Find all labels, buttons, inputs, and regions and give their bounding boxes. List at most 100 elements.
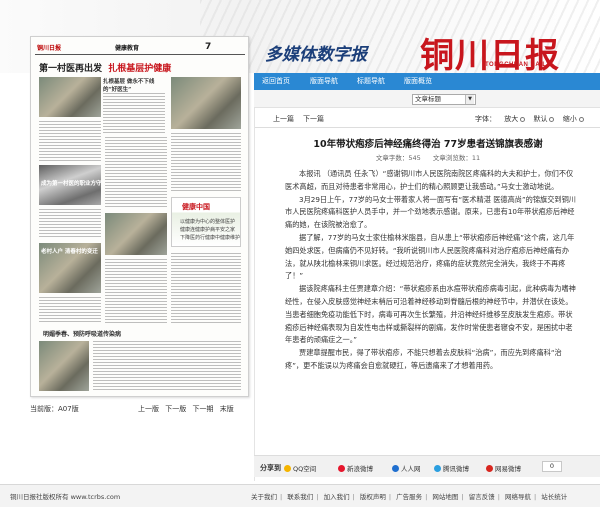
font-small-option[interactable]: 缩小 bbox=[563, 115, 584, 123]
font-small-label: 缩小 bbox=[562, 115, 577, 123]
page-photo[interactable] bbox=[39, 77, 101, 117]
chevron-down-icon[interactable]: ▼ bbox=[465, 95, 474, 104]
footer-separator: | bbox=[280, 493, 283, 501]
footer-link-copyright[interactable]: 版权声明 bbox=[360, 493, 386, 501]
page-subheading[interactable]: 扎根基层 做永不下线的“好医生” bbox=[103, 77, 165, 93]
nav-page-navigation[interactable]: 版面导航 bbox=[310, 76, 338, 86]
newspaper-page-image[interactable]: 铜川日报 健康教育 7 第一村医再出发 扎根基层护健康 扎根基层 做永不下线的“… bbox=[30, 36, 249, 397]
page-text-block[interactable] bbox=[105, 259, 167, 323]
title-select[interactable]: 文章标题 ▼ bbox=[412, 94, 476, 105]
footer-link-sitemap[interactable]: 网站地图 bbox=[432, 493, 458, 501]
page-text-block[interactable] bbox=[39, 297, 101, 323]
article-title: 10年带状疱疹后神经痛终得治 77岁患者送锦旗表感谢 bbox=[313, 139, 543, 150]
article-body: 本报讯 （通讯员 任永飞）“感谢铜川市人民医院南院区疼痛科的大夫和护士，你们不仅… bbox=[285, 168, 577, 373]
footer-link-contact[interactable]: 联系我们 bbox=[287, 493, 313, 501]
ad-title: 健康中国 bbox=[182, 203, 210, 211]
nav-title-navigation[interactable]: 标题导航 bbox=[357, 76, 385, 86]
nav-page-overview[interactable]: 版面概览 bbox=[404, 76, 432, 86]
page-preview-panel: 铜川日报 健康教育 7 第一村医再出发 扎根基层护健康 扎根基层 做永不下线的“… bbox=[6, 36, 249, 480]
article-meta: 文章字数：545 文章浏览数：11 bbox=[255, 152, 600, 162]
footer-separator: | bbox=[425, 493, 428, 501]
share-sina-weibo[interactable]: 新浪微博 bbox=[338, 463, 373, 473]
media-title: 多媒体数字报 bbox=[265, 45, 367, 65]
page-headline-part2: 扎根基层护健康 bbox=[108, 64, 172, 74]
footer-link-join[interactable]: 加入我们 bbox=[324, 493, 350, 501]
page-text-block[interactable] bbox=[171, 133, 241, 193]
toolbar: 文章标题 ▼ bbox=[254, 90, 600, 108]
prev-article-link[interactable]: 上一篇 bbox=[273, 114, 294, 124]
page-photo[interactable] bbox=[171, 77, 241, 129]
page-text-block[interactable] bbox=[93, 341, 241, 391]
footer-link-feedback[interactable]: 留言反馈 bbox=[469, 493, 495, 501]
share-renren[interactable]: 人人网 bbox=[392, 463, 421, 473]
page-photo[interactable] bbox=[105, 213, 167, 255]
page-masthead: 铜川日报 健康教育 7 bbox=[35, 41, 245, 55]
share-qzone[interactable]: QQ空间 bbox=[284, 463, 316, 473]
page-text-block[interactable] bbox=[39, 209, 101, 239]
ad-line: 下降医药行健康中健康维护 bbox=[180, 235, 241, 241]
font-size-controls: 字体： 放大 默认 缩小 bbox=[475, 114, 584, 124]
page-number: 7 bbox=[205, 42, 212, 52]
page-headline-part1: 第一村医再出发 bbox=[39, 64, 103, 74]
page-text-block[interactable] bbox=[39, 121, 101, 161]
footer-separator: | bbox=[533, 493, 537, 501]
share-sina-label: 新浪微博 bbox=[347, 465, 373, 473]
page-headline[interactable]: 第一村医再出发 扎根基层护健康 bbox=[39, 61, 171, 74]
netease-weibo-icon bbox=[486, 465, 493, 472]
footer-separator: | bbox=[388, 493, 392, 501]
font-default-option[interactable]: 默认 bbox=[533, 115, 555, 123]
font-default-radio[interactable] bbox=[549, 117, 555, 122]
next-issue-link[interactable]: 下一期 bbox=[192, 405, 213, 413]
share-netease-weibo[interactable]: 网易微博 bbox=[486, 463, 521, 473]
page-text-block[interactable] bbox=[103, 93, 165, 133]
page-section-name: 健康教育 bbox=[115, 45, 140, 52]
share-tencent-label: 腾讯微博 bbox=[443, 465, 469, 473]
prev-edition-link[interactable]: 下一版 bbox=[165, 405, 186, 413]
word-count: 文章字数：545 bbox=[375, 154, 421, 162]
next-article-link[interactable]: 下一篇 bbox=[303, 114, 324, 124]
article-paragraph: 贾建章提醒市民，得了带状疱疹，不能只想着去皮肤科“治病”，而应先到疼痛科“治疼”… bbox=[285, 348, 562, 370]
current-edition-label: 当前版：A07版 bbox=[30, 405, 79, 413]
article-paragraph: 据了解，77岁的马女士家住榆林米脂县，自从患上“带状疱疹后神经痛”这个病，这几年… bbox=[285, 232, 575, 281]
share-qzone-label: QQ空间 bbox=[293, 465, 317, 473]
site-footer: 铜川日报社版权所有 www.tcrbs.com 关于我们 | 联系我们 | 加入我们… bbox=[0, 484, 600, 507]
font-small-radio[interactable] bbox=[578, 117, 584, 122]
article-toolbar: 上一篇 下一篇 字体： 放大 默认 缩小 bbox=[255, 108, 600, 128]
share-count: 0 bbox=[542, 461, 562, 472]
article-paragraph: 3月29日上午，77岁的马女士带着家人将一面写有“医术精湛 医德高尚”的锦旗交到… bbox=[285, 194, 576, 230]
ad-line: 以健康为中心的整体医护 bbox=[180, 219, 236, 225]
share-bar: 分享到 QQ空间 新浪微博 人人网 腾讯微博 网易微博 0 bbox=[254, 455, 600, 477]
share-netease-label: 网易微博 bbox=[495, 465, 521, 473]
page-subheading[interactable]: 成为第一村医的职业方守 bbox=[41, 179, 102, 187]
read-count: 文章浏览数：11 bbox=[432, 154, 481, 162]
article-paragraph: 据该院疼痛科主任贾建章介绍：“带状疱疹系由水痘带状疱疹病毒引起，此种病毒为嗜神经… bbox=[285, 284, 576, 345]
site-logo[interactable]: 铜川日报 bbox=[420, 28, 560, 77]
footer-link-about[interactable]: 关于我们 bbox=[251, 493, 277, 501]
font-large-option[interactable]: 放大 bbox=[504, 115, 526, 123]
footer-separator: | bbox=[352, 493, 355, 501]
last-edition-link[interactable]: 末版 bbox=[220, 405, 234, 413]
font-default-label: 默认 bbox=[533, 115, 548, 123]
tencent-weibo-icon bbox=[434, 465, 441, 472]
first-edition-link[interactable]: 上一版 bbox=[138, 405, 159, 413]
page-text-block[interactable] bbox=[105, 137, 167, 207]
nav-home[interactable]: 返回首页 bbox=[262, 76, 290, 86]
page-photo[interactable] bbox=[39, 341, 89, 391]
ad-line: 健康连健康护病平安之家 bbox=[180, 227, 236, 233]
site-logo-subtitle: TONGCHUAN DAILY bbox=[485, 62, 551, 68]
edition-pager: 上一版 下一版 下一期 末版 bbox=[134, 404, 234, 414]
share-tencent-weibo[interactable]: 腾讯微博 bbox=[434, 463, 469, 473]
page-advertisement[interactable]: 健康中国 以健康为中心的整体医护 健康连健康护病平安之家 下降医药行健康中健康维… bbox=[171, 197, 241, 247]
page-subheading[interactable]: 明媚季春、预防呼吸道传染病 bbox=[43, 329, 121, 338]
footer-link-ads[interactable]: 广告服务 bbox=[396, 493, 422, 501]
renren-icon bbox=[392, 465, 399, 472]
footer-link-network[interactable]: 网络导航 bbox=[505, 493, 531, 501]
footer-link-stats[interactable]: 站长统计 bbox=[541, 493, 567, 501]
page-text-block[interactable] bbox=[171, 253, 241, 323]
page-subheading[interactable]: 老村人户 清春村的变迁 bbox=[41, 247, 98, 255]
page-masthead-title: 铜川日报 bbox=[37, 45, 62, 52]
title-select-value: 文章标题 bbox=[415, 95, 441, 103]
font-size-label: 字体： bbox=[475, 115, 496, 123]
font-large-radio[interactable] bbox=[520, 117, 526, 122]
copyright-text: 铜川日报社版权所有 www.tcrbs.com bbox=[10, 493, 121, 501]
